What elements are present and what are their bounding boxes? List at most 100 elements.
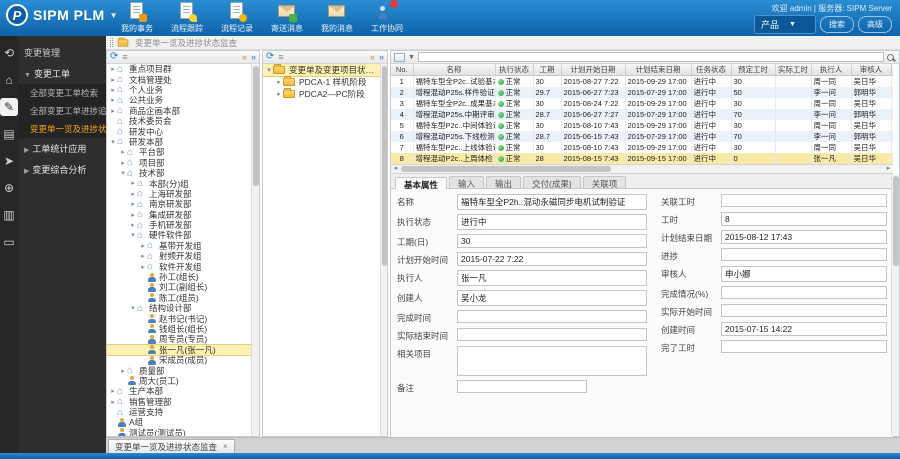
field-value[interactable]: 8 (721, 212, 887, 226)
toolbar-button-3[interactable]: 流程记录 (216, 2, 258, 34)
table-row[interactable]: 4增程混动P25s.中期评审正常28.72015-06-27 7:272015-… (391, 109, 893, 120)
tab-5[interactable]: 关联项 (583, 176, 627, 188)
tree-expand-icon[interactable]: ▸ (119, 367, 127, 375)
column-header-3[interactable]: 执行状态 (495, 64, 533, 76)
category-tree-scrollbar[interactable] (380, 64, 387, 436)
field-value[interactable]: 申小娜 (721, 266, 887, 282)
advanced-search-button[interactable]: 高级 (858, 16, 892, 33)
table-row[interactable]: 7福特车型P2c..上线体验证正常302015-08-10 7:432015-0… (391, 142, 893, 153)
close-icon[interactable]: × (223, 442, 228, 451)
tree-expand-icon[interactable]: ▸ (109, 398, 117, 406)
tree-expand-icon[interactable]: ▸ (109, 96, 117, 104)
field-value[interactable] (721, 304, 887, 317)
field-value[interactable] (457, 380, 587, 393)
app-logo[interactable]: P SIPM PLM ▼ (6, 4, 118, 26)
view-mode-icon[interactable] (394, 53, 405, 62)
send-icon[interactable]: ➤ (0, 152, 18, 170)
category-tree-item[interactable]: ▸PDCA-1 样机阶段 (263, 76, 380, 88)
back-icon[interactable]: ⟲ (0, 44, 18, 62)
scope-select[interactable]: 产品 ▼ (754, 15, 816, 34)
toolbar-button-4[interactable]: 寄送消息 (266, 2, 308, 34)
table-row[interactable]: 2增程混动P25s.样件验证正常29.72015-06-27 7:232015-… (391, 87, 893, 98)
field-value[interactable] (721, 194, 887, 207)
column-header-6[interactable]: 计划结束日期 (625, 64, 691, 76)
chevron-down-icon[interactable]: ▼ (408, 54, 415, 61)
category-tree-item[interactable]: ▸PDCA2—PC阶段 (263, 88, 380, 100)
table-row[interactable]: 3福特车型全P2c..成果基本方案正常302015-08-24 7:222015… (391, 98, 893, 109)
category-tree-item[interactable]: ▾变更单及变更项目状态监查 一览 (263, 64, 380, 76)
column-header-12[interactable]: 创建人 (891, 64, 893, 76)
tree-expand-icon[interactable]: ▸ (129, 211, 137, 219)
filter-icon[interactable]: ≡ (122, 52, 127, 62)
table-row[interactable]: 6增程混动P25s.下线检测正常28.72015-06-15 7:432015-… (391, 131, 893, 142)
org-tree-item[interactable]: ▾研发本部 (107, 137, 251, 147)
toolbar-button-6[interactable]: 工作协同 (366, 2, 408, 34)
magnifier-icon[interactable] (887, 54, 894, 61)
tree-expand-icon[interactable]: ▸ (275, 90, 283, 98)
column-header-9[interactable]: 实际工时 (775, 64, 811, 76)
tree-expand-icon[interactable]: ▸ (119, 148, 127, 156)
tab-1[interactable]: 基本属性 (395, 177, 447, 189)
database-icon[interactable]: ▤ (0, 125, 18, 143)
tree-expand-icon[interactable]: ▸ (119, 159, 127, 167)
table-row[interactable]: 5福特车型P2c..中间体验证正常302015-08-10 7:432015-0… (391, 120, 893, 131)
tree-expand-icon[interactable]: ▸ (109, 107, 117, 115)
field-value[interactable]: 2015-08-12 17:43 (721, 230, 887, 244)
tree-expand-icon[interactable]: ▸ (109, 387, 117, 395)
column-header-10[interactable]: 执行人 (811, 64, 851, 76)
org-tree-item[interactable]: 周大(员工) (107, 376, 251, 386)
tree-expand-icon[interactable]: ▸ (109, 76, 117, 84)
tree-expand-icon[interactable]: ▸ (139, 263, 147, 271)
expand-all-icon[interactable]: » (251, 52, 256, 62)
expand-all-icon[interactable]: » (379, 52, 384, 62)
tree-collapse-icon[interactable]: ▾ (129, 231, 137, 239)
settings-icon[interactable]: ≡ (278, 52, 283, 62)
tree-expand-icon[interactable]: ▸ (275, 78, 283, 86)
field-value[interactable]: 30 (457, 234, 647, 248)
refresh-icon[interactable]: ⟳ (266, 52, 274, 62)
globe-icon[interactable]: ⊕ (0, 179, 18, 197)
org-tree-item[interactable]: ▸平台部 (107, 147, 251, 157)
tree-expand-icon[interactable]: ▸ (129, 221, 137, 229)
tab-3[interactable]: 输出 (486, 176, 521, 188)
column-header-11[interactable]: 审核人 (851, 64, 891, 76)
org-tree-item[interactable]: 测试员(测试员) (107, 428, 251, 436)
table-horizontal-scrollbar[interactable]: ◂ ▸ (391, 165, 893, 174)
search-button[interactable]: 搜索 (820, 16, 854, 33)
tree-expand-icon[interactable]: ▸ (129, 200, 137, 208)
tree-expand-icon[interactable]: ▸ (129, 179, 137, 187)
org-tree-scrollbar[interactable] (251, 64, 259, 436)
column-header-2[interactable]: 名称 (413, 64, 495, 76)
tree-expand-icon[interactable]: ▸ (109, 86, 117, 94)
field-value[interactable] (457, 328, 647, 341)
toolbar-button-1[interactable]: 我的事务 (116, 2, 158, 34)
edit-icon[interactable]: ✎ (0, 98, 18, 116)
tab-4[interactable]: 交付(成果) (523, 176, 581, 188)
column-header-4[interactable]: 工期 (533, 64, 561, 76)
tree-expand-icon[interactable]: ▸ (139, 242, 147, 250)
tree-collapse-icon[interactable]: ▾ (119, 169, 127, 177)
tree-expand-icon[interactable]: ▸ (109, 65, 117, 73)
toolbar-button-2[interactable]: 流程跟踪 (166, 2, 208, 34)
collapse-all-icon[interactable]: « (242, 52, 247, 62)
field-value[interactable] (457, 310, 647, 323)
field-value[interactable]: 2015-07-22 7:22 (457, 252, 647, 266)
home-icon[interactable]: ⌂ (0, 71, 18, 89)
field-value[interactable] (721, 286, 887, 299)
field-value[interactable]: 进行中 (457, 214, 647, 230)
tab-2[interactable]: 输入 (449, 176, 484, 188)
document-tab[interactable]: 变更单一览及进捗状态监查 × (108, 439, 235, 453)
tree-expand-icon[interactable]: ▸ (129, 190, 137, 198)
field-value[interactable]: 吴小龙 (457, 290, 647, 306)
column-header-8[interactable]: 预定工时 (731, 64, 775, 76)
column-header-7[interactable]: 任务状态 (691, 64, 731, 76)
tree-expand-icon[interactable]: ▸ (139, 252, 147, 260)
table-row[interactable]: 1福特车型全P2c..试验基本方案正常302015-08-27 7:222015… (391, 76, 893, 88)
field-value[interactable] (721, 340, 887, 353)
detail-scrollbar[interactable] (891, 174, 899, 436)
idcard-icon[interactable]: ▭ (0, 233, 18, 251)
book-icon[interactable]: ▥ (0, 206, 18, 224)
tree-collapse-icon[interactable]: ▾ (109, 138, 117, 146)
tree-collapse-icon[interactable]: ▾ (265, 66, 273, 74)
table-search-input[interactable] (418, 52, 884, 62)
